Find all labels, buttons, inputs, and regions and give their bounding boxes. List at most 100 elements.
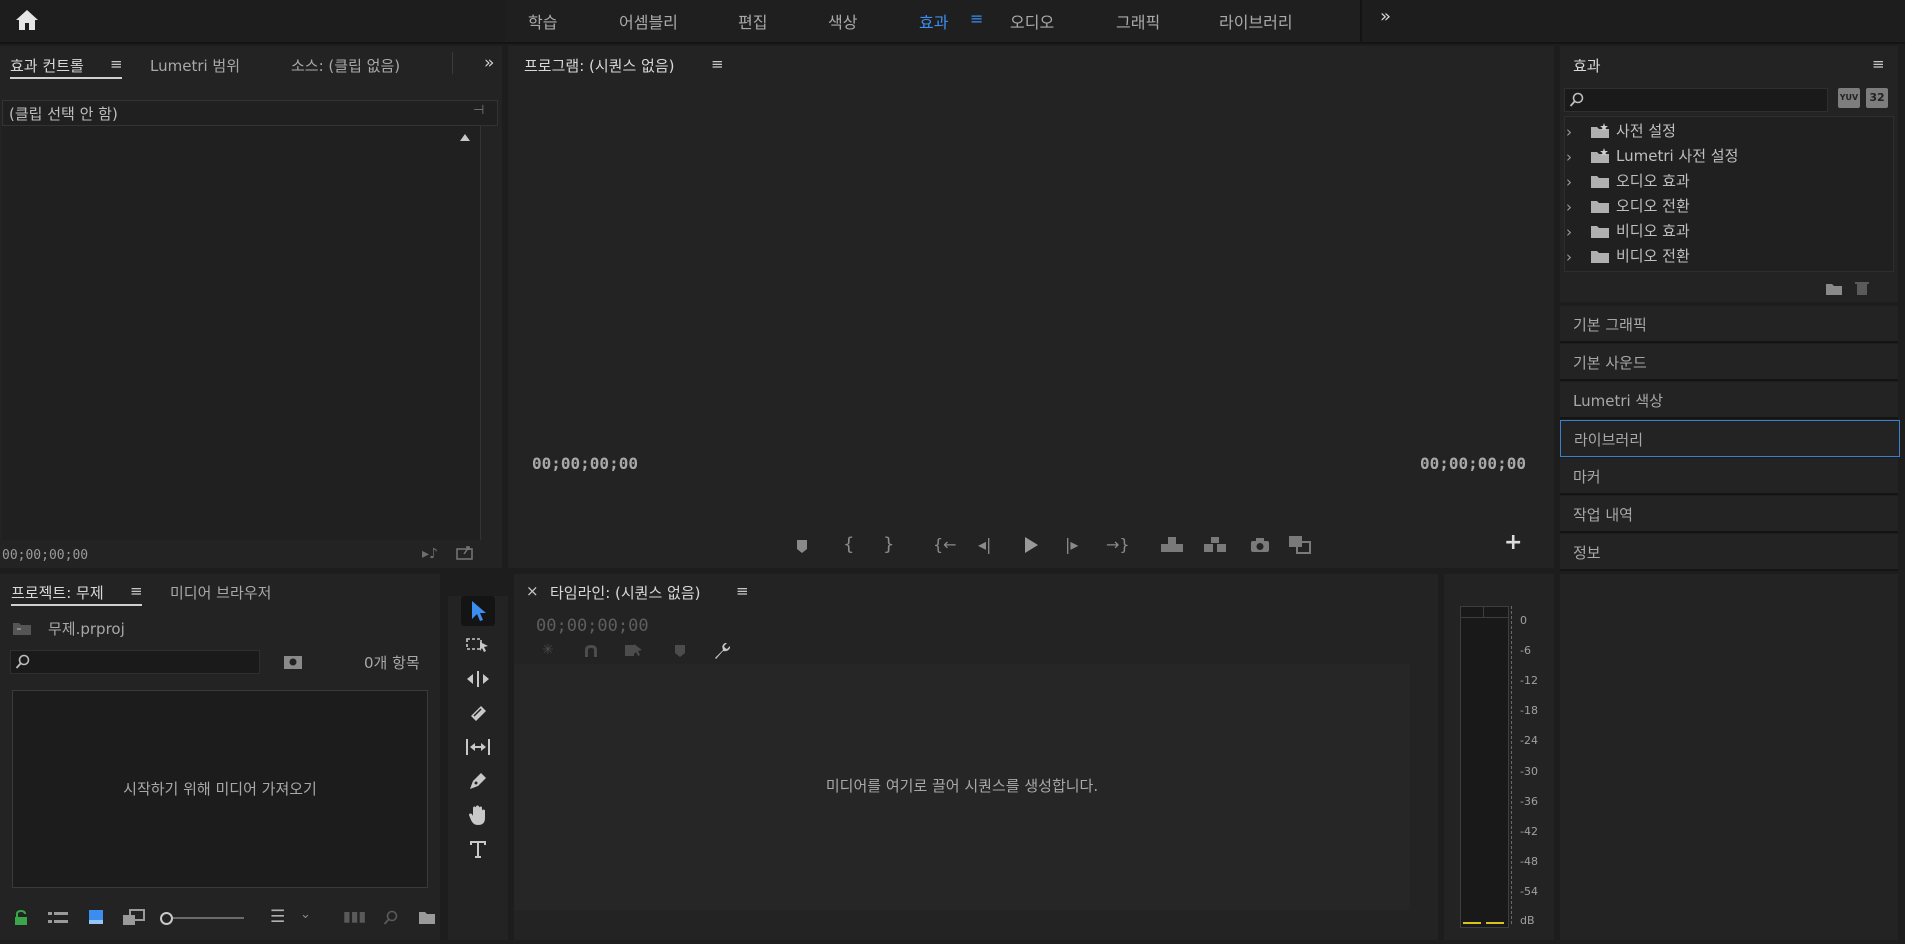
collapse-icon[interactable]: ⊣ bbox=[473, 103, 484, 118]
new-bin-icon[interactable] bbox=[418, 911, 436, 925]
panel-menu-icon[interactable]: ≡ bbox=[110, 55, 123, 73]
workspace-tab-learn[interactable]: 학습 bbox=[528, 9, 557, 33]
tab-project[interactable]: 프로젝트: 무제 bbox=[11, 582, 104, 603]
compare-view-icon[interactable] bbox=[1288, 535, 1312, 555]
camera-icon[interactable] bbox=[1250, 537, 1270, 553]
effects-tree-item[interactable]: › 오디오 효과 bbox=[1566, 168, 1890, 193]
workspace-menu-icon[interactable]: ≡ bbox=[970, 9, 983, 28]
side-panel-essential-sound[interactable]: 기본 사운드 bbox=[1560, 344, 1898, 381]
linked-selection-icon[interactable] bbox=[624, 642, 644, 658]
effects-tree-item[interactable]: › 비디오 효과 bbox=[1566, 218, 1890, 243]
effects-tree-label: 오디오 효과 bbox=[1616, 172, 1690, 190]
side-panel-essential-graphics[interactable]: 기본 그래픽 bbox=[1560, 306, 1898, 343]
mark-out-icon[interactable]: } bbox=[883, 534, 894, 555]
freeform-view-icon[interactable] bbox=[122, 909, 146, 927]
tab-source[interactable]: 소스: (클립 없음) bbox=[291, 55, 400, 76]
list-view-icon[interactable] bbox=[48, 911, 68, 925]
project-item-count: 0개 항목 bbox=[364, 654, 420, 672]
close-icon[interactable]: × bbox=[526, 582, 539, 600]
home-button[interactable] bbox=[14, 8, 42, 34]
hand-tool[interactable] bbox=[461, 800, 495, 830]
go-to-out-icon[interactable]: →} bbox=[1106, 535, 1130, 554]
new-bin-icon[interactable] bbox=[1825, 282, 1843, 300]
add-marker-icon[interactable] bbox=[674, 644, 686, 658]
lift-icon[interactable] bbox=[1160, 536, 1184, 554]
drop-media-hint: 미디어를 여기로 끌어 시퀀스를 생성합니다. bbox=[825, 777, 1099, 795]
slip-tool[interactable] bbox=[461, 732, 495, 762]
nest-icon[interactable]: ✳ bbox=[542, 642, 554, 658]
track-select-tool[interactable] bbox=[461, 630, 495, 660]
folder-icon bbox=[1591, 201, 1609, 213]
effects-tree-item[interactable]: › 사전 설정 bbox=[1566, 118, 1890, 143]
snap-icon[interactable] bbox=[583, 644, 599, 658]
chevrons-right-icon[interactable]: » bbox=[1380, 6, 1391, 27]
effects-tree-item[interactable]: › 오디오 전환 bbox=[1566, 193, 1890, 218]
tab-effect-controls[interactable]: 효과 컨트롤 bbox=[10, 55, 84, 76]
tab-lumetri-scopes[interactable]: Lumetri 범위 bbox=[150, 55, 240, 76]
chevron-right-icon: › bbox=[1566, 223, 1572, 241]
workspace-tab-assembly[interactable]: 어셈블리 bbox=[619, 9, 678, 33]
side-panel-markers[interactable]: 마커 bbox=[1560, 458, 1898, 495]
preset-folder-icon bbox=[1591, 123, 1609, 138]
chevrons-right-icon[interactable]: » bbox=[484, 53, 494, 73]
add-marker-icon[interactable] bbox=[795, 538, 809, 554]
workspace-tab-edit[interactable]: 편집 bbox=[738, 9, 767, 33]
effects-search-input[interactable] bbox=[1564, 88, 1828, 112]
zoom-slider[interactable] bbox=[160, 912, 244, 925]
play-icon[interactable] bbox=[1023, 536, 1039, 554]
side-panel-lumetri-color[interactable]: Lumetri 색상 bbox=[1560, 382, 1898, 419]
step-forward-icon[interactable]: |▸ bbox=[1065, 535, 1078, 554]
32bit-filter[interactable]: 32 bbox=[1866, 88, 1888, 108]
step-back-icon[interactable]: ◂| bbox=[978, 535, 991, 554]
icon-view-icon[interactable] bbox=[88, 909, 104, 925]
play-audio-icon[interactable]: ▸♪ bbox=[422, 546, 438, 562]
chevron-down-icon[interactable]: ⌄ bbox=[300, 907, 311, 922]
effects-tree-item[interactable]: › 비디오 전환 bbox=[1566, 243, 1890, 268]
workspace-separator bbox=[1360, 0, 1362, 42]
zoom-slider-handle[interactable] bbox=[160, 912, 173, 925]
find-icon[interactable] bbox=[283, 654, 303, 670]
scrollbar-up-arrow[interactable] bbox=[460, 134, 470, 141]
side-panel-history[interactable]: 작업 내역 bbox=[1560, 496, 1898, 533]
workspace-tab-audio[interactable]: 오디오 bbox=[1010, 9, 1054, 33]
side-panel-info[interactable]: 정보 bbox=[1560, 534, 1898, 571]
workspace-tab-effects[interactable]: 효과 bbox=[919, 9, 948, 33]
panel-menu-icon[interactable]: ≡ bbox=[736, 582, 749, 600]
add-button-icon[interactable]: + bbox=[1504, 530, 1522, 555]
selection-tool[interactable] bbox=[461, 596, 495, 626]
go-to-in-icon[interactable]: {← bbox=[933, 535, 957, 554]
panel-menu-icon[interactable]: ≡ bbox=[1872, 55, 1885, 73]
effects-tree-label: 오디오 전환 bbox=[1616, 197, 1690, 215]
panel-menu-icon[interactable]: ≡ bbox=[711, 55, 724, 73]
delete-icon[interactable] bbox=[1854, 280, 1870, 300]
pen-tool[interactable] bbox=[461, 766, 495, 796]
chevron-right-icon: › bbox=[1566, 198, 1572, 216]
extract-icon[interactable] bbox=[1203, 536, 1227, 554]
panel-menu-icon[interactable]: ≡ bbox=[130, 582, 143, 600]
timeline-title: 타임라인: (시퀀스 없음) bbox=[550, 584, 701, 602]
wrench-icon[interactable] bbox=[712, 642, 730, 660]
find-icon[interactable] bbox=[383, 910, 399, 926]
project-media-area[interactable]: 시작하기 위해 미디어 가져오기 bbox=[12, 690, 428, 888]
workspace-tab-libraries[interactable]: 라이브러리 bbox=[1219, 9, 1293, 33]
accelerated-effects-filter[interactable]: YUV bbox=[1838, 88, 1860, 108]
meter-unit-label: dB bbox=[1520, 914, 1535, 927]
effects-tree-item[interactable]: › Lumetri 사전 설정 bbox=[1566, 143, 1890, 168]
razor-tool[interactable] bbox=[461, 698, 495, 728]
tab-media-browser[interactable]: 미디어 브라우저 bbox=[170, 582, 271, 603]
workspace-tab-graphics[interactable]: 그래픽 bbox=[1116, 9, 1160, 33]
lock-icon[interactable] bbox=[14, 910, 28, 926]
program-timecode-left: 00;00;00;00 bbox=[532, 454, 638, 473]
automate-sequence-icon[interactable]: ▮▮▮ bbox=[343, 909, 366, 925]
ripple-edit-tool[interactable] bbox=[461, 664, 495, 694]
mark-in-icon[interactable]: { bbox=[843, 534, 854, 555]
project-search-input[interactable] bbox=[10, 650, 260, 674]
side-empty-area bbox=[1560, 574, 1898, 940]
sort-icon[interactable]: ☰ bbox=[270, 907, 285, 927]
side-panel-libraries[interactable]: 라이브러리 bbox=[1560, 420, 1900, 457]
export-icon[interactable] bbox=[456, 544, 474, 564]
workspace-tab-color[interactable]: 색상 bbox=[828, 9, 857, 33]
meter-label: -24 bbox=[1520, 734, 1538, 747]
timeline-drop-area[interactable]: 미디어를 여기로 끌어 시퀀스를 생성합니다. bbox=[514, 664, 1410, 910]
type-tool[interactable] bbox=[461, 834, 495, 864]
